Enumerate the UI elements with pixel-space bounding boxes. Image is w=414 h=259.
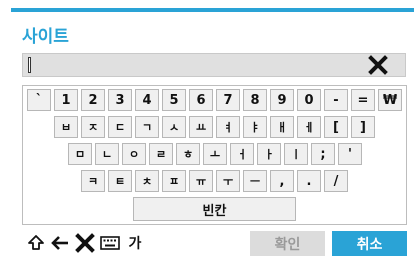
key[interactable]: ㅏ xyxy=(257,143,281,165)
key[interactable]: 6 xyxy=(189,89,213,111)
key[interactable]: ] xyxy=(351,116,375,138)
key[interactable]: ㅔ xyxy=(297,116,321,138)
key[interactable]: ㅋ xyxy=(81,170,105,192)
key[interactable]: ㄷ xyxy=(108,116,132,138)
hangul-toggle-button[interactable]: 가 xyxy=(124,232,146,254)
key[interactable]: ㄴ xyxy=(95,143,119,165)
key[interactable]: ㅌ xyxy=(108,170,132,192)
key[interactable]: ㅠ xyxy=(189,170,213,192)
key[interactable]: ㅑ xyxy=(243,116,267,138)
key[interactable]: ㅍ xyxy=(162,170,186,192)
dialog-title: 사이트 xyxy=(22,27,69,47)
key[interactable]: ㄹ xyxy=(149,143,173,165)
key[interactable]: 0 xyxy=(297,89,321,111)
key[interactable]: ㅊ xyxy=(135,170,159,192)
delete-button[interactable] xyxy=(74,232,96,254)
key[interactable]: ₩ xyxy=(378,89,402,111)
site-input-field[interactable] xyxy=(22,53,406,77)
close-icon xyxy=(368,55,388,75)
key[interactable]: ㅇ xyxy=(122,143,146,165)
key[interactable]: ㅓ xyxy=(230,143,254,165)
clear-input-button[interactable] xyxy=(368,55,388,75)
backspace-arrow-icon xyxy=(51,236,68,250)
key[interactable]: , xyxy=(270,170,294,192)
key[interactable]: 4 xyxy=(135,89,159,111)
shift-icon xyxy=(28,235,44,250)
key[interactable]: = xyxy=(351,89,375,111)
key[interactable]: . xyxy=(297,170,321,192)
close-icon xyxy=(75,233,95,253)
cancel-button[interactable]: 취소 xyxy=(332,231,407,256)
key[interactable]: ㅛ xyxy=(189,116,213,138)
key[interactable]: ㅜ xyxy=(216,170,240,192)
key[interactable]: ㅂ xyxy=(54,116,78,138)
backspace-button[interactable] xyxy=(49,232,71,254)
key[interactable]: 1 xyxy=(54,89,78,111)
key[interactable]: 7 xyxy=(216,89,240,111)
key[interactable]: ㅁ xyxy=(68,143,92,165)
key[interactable]: ㅡ xyxy=(243,170,267,192)
key[interactable]: 3 xyxy=(108,89,132,111)
key[interactable]: ' xyxy=(338,143,362,165)
shift-button[interactable] xyxy=(25,232,47,254)
key[interactable]: ㅣ xyxy=(284,143,308,165)
key[interactable]: / xyxy=(324,170,348,192)
virtual-keyboard: ` 1 2 3 4 5 6 7 8 9 0 - = ₩ ㅂ ㅈ ㄷ ㄱ ㅅ ㅛ … xyxy=(22,85,407,225)
key[interactable]: ㅅ xyxy=(162,116,186,138)
text-cursor xyxy=(28,57,31,73)
key[interactable]: ; xyxy=(311,143,335,165)
key[interactable]: 2 xyxy=(81,89,105,111)
keyboard-icon xyxy=(100,236,120,250)
key[interactable]: ` xyxy=(27,89,51,111)
key[interactable]: ㅕ xyxy=(216,116,240,138)
key[interactable]: ㄱ xyxy=(135,116,159,138)
keyboard-layout-button[interactable] xyxy=(99,232,121,254)
key[interactable]: 5 xyxy=(162,89,186,111)
space-key[interactable]: 빈칸 xyxy=(133,197,296,221)
key[interactable]: [ xyxy=(324,116,348,138)
confirm-button[interactable]: 확인 xyxy=(250,231,325,256)
key[interactable]: - xyxy=(324,89,348,111)
key[interactable]: ㅈ xyxy=(81,116,105,138)
key[interactable]: ㅐ xyxy=(270,116,294,138)
key[interactable]: ㅎ xyxy=(176,143,200,165)
key[interactable]: 9 xyxy=(270,89,294,111)
key[interactable]: ㅗ xyxy=(203,143,227,165)
key[interactable]: 8 xyxy=(243,89,267,111)
